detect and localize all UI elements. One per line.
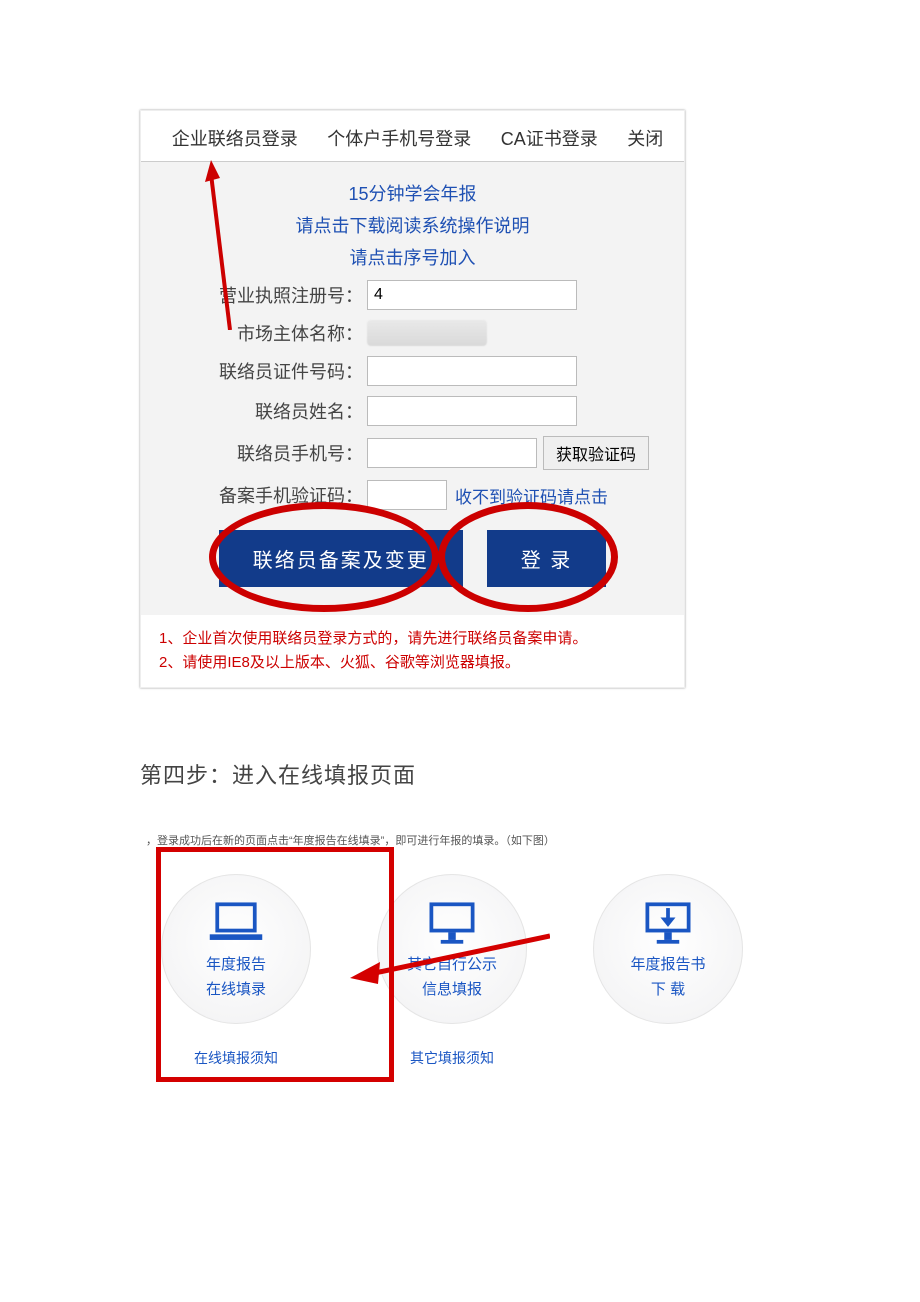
card2-l2: 信息填报 bbox=[422, 978, 482, 999]
tab-enterprise[interactable]: 企业联络员登录 bbox=[170, 121, 300, 155]
label-phone: 联络员手机号： bbox=[157, 440, 367, 466]
row-id: 联络员证件号码： bbox=[157, 356, 668, 386]
info-links: 15分钟学会年报 请点击下载阅读系统操作说明 请点击序号加入 bbox=[157, 180, 668, 270]
label-registration: 营业执照注册号： bbox=[157, 282, 367, 308]
monitor-icon bbox=[422, 899, 482, 949]
truncated-hint: ，登录成功后在新的页面点击“年度报告在线填录”，即可进行年报的填录。（如下图） bbox=[140, 830, 790, 850]
card2-sub[interactable]: 其它填报须知 bbox=[372, 1048, 532, 1068]
row-registration: 营业执照注册号： bbox=[157, 280, 668, 310]
input-phone[interactable] bbox=[367, 438, 537, 468]
label-id: 联络员证件号码： bbox=[157, 358, 367, 384]
link-serial[interactable]: 请点击序号加入 bbox=[157, 244, 668, 270]
row-phone: 联络员手机号： 获取验证码 bbox=[157, 436, 668, 470]
login-body: 15分钟学会年报 请点击下载阅读系统操作说明 请点击序号加入 营业执照注册号： … bbox=[141, 162, 684, 615]
link-download-manual[interactable]: 请点击下载阅读系统操作说明 bbox=[157, 212, 668, 238]
card1-l2: 在线填录 bbox=[206, 978, 266, 999]
label-contact-name: 联络员姓名： bbox=[157, 398, 367, 424]
cards-row: 年度报告 在线填录 在线填报须知 其它自行公示 信息填报 其它填报须知 bbox=[140, 850, 790, 1092]
link-learn[interactable]: 15分钟学会年报 bbox=[157, 180, 668, 206]
card1-sub[interactable]: 在线填报须知 bbox=[156, 1048, 316, 1068]
action-row: 联络员备案及变更 登 录 bbox=[157, 530, 668, 587]
input-registration[interactable] bbox=[367, 280, 577, 310]
card-download-report[interactable]: 年度报告书 下 载 bbox=[588, 874, 748, 1068]
no-code-link[interactable]: 收不到验证码请点击 bbox=[455, 483, 608, 508]
cards-wrap: ，登录成功后在新的页面点击“年度报告在线填录”，即可进行年报的填录。（如下图） … bbox=[140, 830, 790, 1092]
label-verify: 备案手机验证码： bbox=[157, 482, 367, 508]
get-code-button[interactable]: 获取验证码 bbox=[543, 436, 649, 470]
card2-l1: 其它自行公示 bbox=[407, 953, 497, 974]
laptop-icon bbox=[206, 899, 266, 949]
tab-individual[interactable]: 个体户手机号登录 bbox=[325, 121, 473, 155]
card1-l1: 年度报告 bbox=[206, 953, 266, 974]
card-circle-2: 其它自行公示 信息填报 bbox=[377, 874, 527, 1024]
row-name: 市场主体名称： bbox=[157, 320, 668, 346]
row-verify: 备案手机验证码： 收不到验证码请点击 bbox=[157, 480, 668, 510]
monitor-download-icon bbox=[638, 899, 698, 949]
card-other-disclosure[interactable]: 其它自行公示 信息填报 其它填报须知 bbox=[372, 874, 532, 1068]
label-name: 市场主体名称： bbox=[157, 320, 367, 346]
step4-title: 第四步：进入在线填报页面 bbox=[140, 758, 920, 790]
input-contact-name[interactable] bbox=[367, 396, 577, 426]
card-annual-report[interactable]: 年度报告 在线填录 在线填报须知 bbox=[156, 874, 316, 1068]
note-2: 2、请使用IE8及以上版本、火狐、谷歌等浏览器填报。 bbox=[159, 651, 666, 675]
record-change-button[interactable]: 联络员备案及变更 bbox=[219, 530, 463, 587]
login-panel: 企业联络员登录 个体户手机号登录 CA证书登录 关闭 15分钟学会年报 请点击下… bbox=[140, 110, 685, 688]
login-button[interactable]: 登 录 bbox=[487, 530, 607, 587]
note-1: 1、企业首次使用联络员登录方式的，请先进行联络员备案申请。 bbox=[159, 627, 666, 651]
close-button[interactable]: 关闭 bbox=[625, 121, 665, 155]
card-circle-1: 年度报告 在线填录 bbox=[161, 874, 311, 1024]
input-id[interactable] bbox=[367, 356, 577, 386]
tab-ca[interactable]: CA证书登录 bbox=[499, 121, 600, 155]
card3-l2: 下 载 bbox=[651, 978, 685, 999]
card-circle-3: 年度报告书 下 载 bbox=[593, 874, 743, 1024]
login-notes: 1、企业首次使用联络员登录方式的，请先进行联络员备案申请。 2、请使用IE8及以… bbox=[141, 615, 684, 687]
input-verify[interactable] bbox=[367, 480, 447, 510]
card3-l1: 年度报告书 bbox=[630, 953, 705, 974]
row-contact-name: 联络员姓名： bbox=[157, 396, 668, 426]
login-tabs: 企业联络员登录 个体户手机号登录 CA证书登录 关闭 bbox=[141, 111, 684, 162]
redacted-name bbox=[367, 320, 487, 346]
